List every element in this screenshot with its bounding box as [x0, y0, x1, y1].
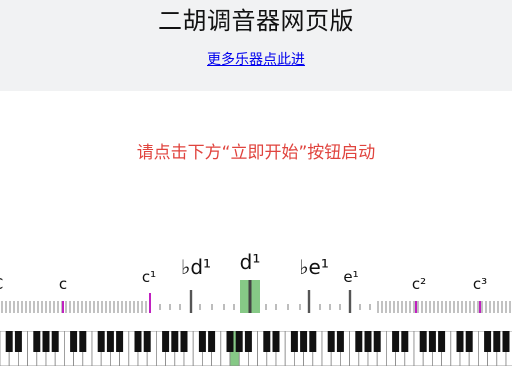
piano-black-key[interactable]	[162, 331, 170, 352]
piano-black-key[interactable]	[97, 331, 105, 352]
piano-black-key[interactable]	[428, 331, 436, 352]
piano-black-key[interactable]	[51, 331, 59, 352]
piano-black-key[interactable]	[263, 331, 271, 352]
piano-black-key[interactable]	[456, 331, 464, 352]
page-title: 二胡调音器网页版	[158, 7, 354, 35]
piano-black-key[interactable]	[33, 331, 41, 352]
label-be1: ♭e¹	[299, 255, 329, 279]
piano-black-key[interactable]	[327, 331, 335, 352]
piano-black-key[interactable]	[106, 331, 114, 352]
piano-black-key[interactable]	[373, 331, 381, 352]
piano-black-key[interactable]	[171, 331, 179, 352]
piano-black-key[interactable]	[438, 331, 446, 352]
piano-black-key[interactable]	[401, 331, 409, 352]
piano-black-key[interactable]	[116, 331, 124, 352]
piano-black-key[interactable]	[419, 331, 427, 352]
page-header: 二胡调音器网页版 更多乐器点此进	[0, 0, 512, 91]
label-d1: d¹	[240, 250, 261, 274]
piano-black-key[interactable]	[5, 331, 13, 352]
label-c-great: C	[0, 275, 3, 293]
more-instruments-link-wrap: 更多乐器点此进	[0, 51, 512, 69]
piano-black-key[interactable]	[208, 331, 216, 352]
piano-black-key[interactable]	[244, 331, 252, 352]
piano-black-key[interactable]	[336, 331, 344, 352]
label-c2: c²	[412, 275, 426, 293]
label-c-small: c	[59, 275, 67, 293]
piano-black-key[interactable]	[309, 331, 317, 352]
label-e1: e¹	[343, 268, 358, 286]
piano-black-key[interactable]	[272, 331, 280, 352]
piano-black-key[interactable]	[300, 331, 308, 352]
label-c3: c³	[473, 275, 487, 293]
pitch-scale: Cc c¹ ♭d¹ d¹ ♭e¹ e¹ c² c³	[0, 240, 512, 324]
piano-black-key[interactable]	[235, 331, 243, 352]
piano-keyboard[interactable]	[0, 331, 512, 366]
piano-black-key[interactable]	[70, 331, 78, 352]
piano-black-key[interactable]	[392, 331, 400, 352]
piano-black-key[interactable]	[226, 331, 234, 352]
piano-black-key[interactable]	[42, 331, 50, 352]
start-prompt-text: 请点击下方“立即开始”按钮启动	[136, 143, 376, 163]
pitch-scale-svg: Cc c¹ ♭d¹ d¹ ♭e¹ e¹ c² c³	[0, 250, 511, 313]
piano-black-key[interactable]	[290, 331, 298, 352]
piano-keyboard-svg[interactable]	[0, 331, 512, 366]
piano-black-key[interactable]	[79, 331, 87, 352]
piano-black-key[interactable]	[14, 331, 22, 352]
label-c1: c¹	[142, 268, 156, 286]
piano-black-key[interactable]	[465, 331, 473, 352]
piano-black-key[interactable]	[502, 331, 510, 352]
piano-black-key[interactable]	[355, 331, 363, 352]
piano-black-key[interactable]	[143, 331, 151, 352]
piano-black-key[interactable]	[493, 331, 501, 352]
piano-black-key[interactable]	[134, 331, 142, 352]
piano-black-key[interactable]	[180, 331, 188, 352]
label-bd1: ♭d¹	[181, 255, 211, 279]
piano-black-key[interactable]	[198, 331, 206, 352]
more-instruments-link[interactable]: 更多乐器点此进	[207, 52, 305, 68]
piano-black-key[interactable]	[364, 331, 372, 352]
piano-black-key[interactable]	[484, 331, 492, 352]
